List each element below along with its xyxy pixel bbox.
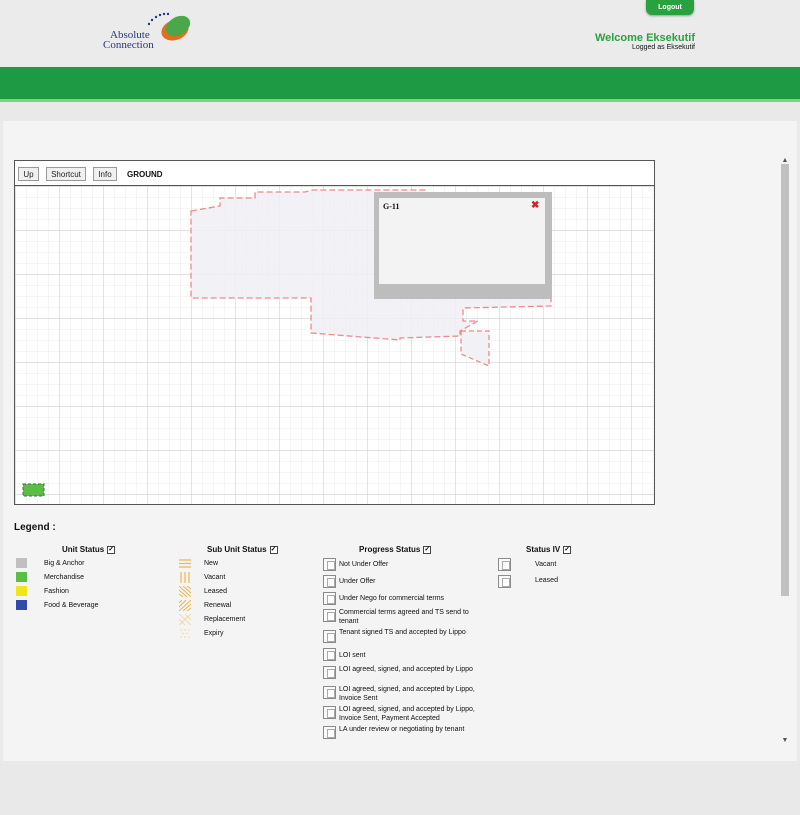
- progress-status-item: LA under review or negotiating by tenant: [339, 726, 465, 733]
- legend-title: Legend :: [14, 522, 56, 533]
- swatch-fashion: [16, 586, 27, 596]
- unit-status-heading-label: Unit Status: [62, 545, 105, 554]
- unit-status-item: Merchandise: [44, 574, 85, 581]
- pattern-renewal-icon: [179, 600, 191, 611]
- status-iv-item: Vacant: [535, 561, 557, 568]
- pattern-replacement-icon: [179, 614, 191, 625]
- progress-status-item: Under Nego for commercial terms: [339, 595, 445, 602]
- progress-status-item: Commercial terms agreed and TS send to t…: [339, 609, 469, 625]
- pattern-leased-icon: [179, 586, 191, 597]
- logout-button[interactable]: Logout: [646, 0, 694, 15]
- sub-unit-status-heading: Sub Unit Status ✓: [207, 545, 278, 554]
- document-icon: [323, 630, 336, 643]
- progress-status-item: Under Offer: [339, 578, 376, 585]
- swatch-food-beverage: [16, 600, 27, 610]
- status-iv-heading-label: Status IV: [526, 545, 561, 554]
- welcome-text: Welcome Eksekutif: [594, 32, 695, 44]
- status-iv-checkbox[interactable]: ✓: [563, 545, 572, 554]
- document-icon: [323, 666, 336, 679]
- document-icon: [323, 648, 336, 661]
- sub-unit-status-item: Replacement: [204, 616, 246, 623]
- progress-status-checkbox[interactable]: ✓: [423, 545, 432, 554]
- nav-bar: [0, 67, 800, 99]
- unit-status-item: Fashion: [44, 588, 69, 595]
- scroll-thumb[interactable]: [781, 164, 789, 596]
- document-icon: [498, 575, 511, 588]
- document-icon: [323, 706, 336, 719]
- close-icon[interactable]: ✖: [531, 201, 539, 211]
- document-icon: [498, 558, 511, 571]
- progress-status-item: LOI sent: [339, 652, 366, 659]
- status-iv-heading: Status IV ✓: [526, 545, 572, 554]
- logo: Absolute Connection: [100, 12, 200, 52]
- sub-unit-status-item: Leased: [204, 588, 227, 595]
- progress-status-heading: Progress Status ✓: [359, 545, 432, 554]
- unit-status-item: Food & Beverage: [44, 602, 99, 609]
- header: Absolute Connection Logout Welcome Eksek…: [0, 0, 800, 66]
- scroll-down-arrow-icon[interactable]: ▼: [779, 736, 791, 746]
- progress-status-heading-label: Progress Status: [359, 545, 421, 554]
- unit-popup: G-11 ✖: [374, 192, 552, 299]
- floor-map: Up Shortcut Info GROUND: [14, 160, 655, 505]
- pattern-new-icon: [179, 559, 191, 568]
- document-icon: [323, 686, 336, 699]
- vertical-scrollbar[interactable]: ▲ ▼: [779, 156, 791, 748]
- sub-unit-status-item: Expiry: [204, 630, 224, 637]
- unit-status-heading: Unit Status ✓: [62, 545, 116, 554]
- floor-label: GROUND: [127, 170, 163, 179]
- swatch-big-anchor: [16, 558, 27, 568]
- sub-unit-status-item: New: [204, 560, 219, 567]
- sub-unit-status-checkbox[interactable]: ✓: [269, 545, 278, 554]
- unit-status-item: Big & Anchor: [44, 560, 85, 567]
- map-canvas[interactable]: [15, 186, 654, 504]
- info-button[interactable]: Info: [93, 167, 117, 181]
- map-toolbar: Up Shortcut Info GROUND: [15, 161, 654, 186]
- progress-status-item: LOI agreed, signed, and accepted by Lipp…: [339, 686, 475, 702]
- logged-as-text: Logged as Eksekutif: [631, 44, 695, 51]
- progress-status-item: Not Under Offer: [339, 561, 389, 568]
- unit-popup-body: G-11 ✖: [379, 198, 545, 284]
- progress-status-item: LOI agreed, signed, and accepted by Lipp…: [339, 666, 473, 673]
- nav-bar-accent: [0, 99, 800, 102]
- pattern-vacant-icon: [180, 572, 190, 583]
- status-iv-item: Leased: [535, 577, 558, 584]
- swatch-merchandise: [16, 572, 27, 582]
- logo-text-line2: Connection: [103, 39, 154, 51]
- unit-status-checkbox[interactable]: ✓: [107, 545, 116, 554]
- document-icon: [323, 726, 336, 739]
- sub-unit-status-heading-label: Sub Unit Status: [207, 545, 267, 554]
- progress-status-item: LOI agreed, signed, and accepted by Lipp…: [339, 706, 475, 722]
- document-icon: [323, 575, 336, 588]
- shortcut-button[interactable]: Shortcut: [46, 167, 86, 181]
- minimap-marker-icon[interactable]: [22, 483, 45, 497]
- progress-status-item: Tenant signed TS and accepted by Lippo: [339, 629, 466, 636]
- up-button[interactable]: Up: [18, 167, 39, 181]
- sub-unit-status-item: Vacant: [204, 574, 226, 581]
- pattern-expiry-icon: [180, 629, 190, 638]
- document-icon: [323, 609, 336, 622]
- document-icon: [323, 592, 336, 605]
- document-icon: [323, 558, 336, 571]
- unit-popup-title: G-11: [383, 202, 400, 211]
- sub-unit-status-item: Renewal: [204, 602, 232, 609]
